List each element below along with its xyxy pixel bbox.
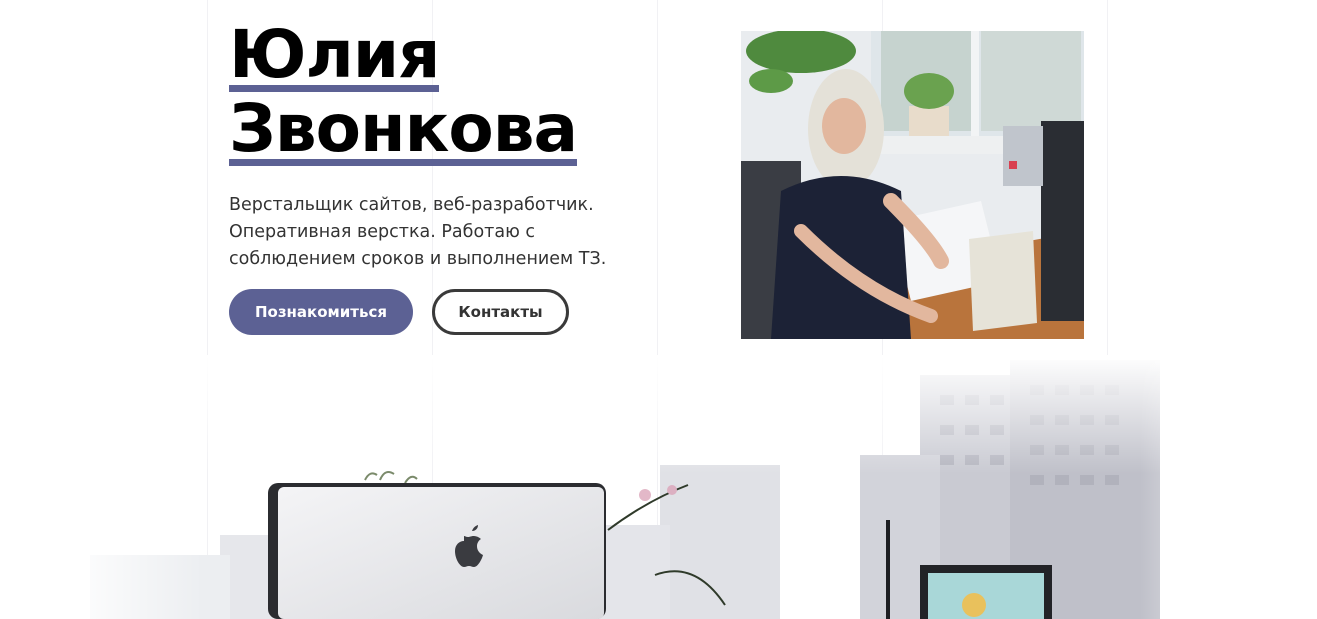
hero-last-name: Звонкова <box>229 90 578 167</box>
contacts-button[interactable]: Контакты <box>432 289 569 335</box>
hero-description: Верстальщик сайтов, веб-разработчик. Опе… <box>229 195 607 269</box>
hero-first-name: Юлия <box>229 16 440 93</box>
hero-title: Юлия Звонкова <box>229 18 649 166</box>
profile-photo <box>741 31 1084 339</box>
hero-buttons: Познакомиться Контакты <box>229 289 569 335</box>
background-office-image <box>60 355 1260 619</box>
get-acquainted-button[interactable]: Познакомиться <box>229 289 413 335</box>
hero-section: Юлия Звонкова Верстальщик сайтов, веб-ра… <box>229 18 649 273</box>
